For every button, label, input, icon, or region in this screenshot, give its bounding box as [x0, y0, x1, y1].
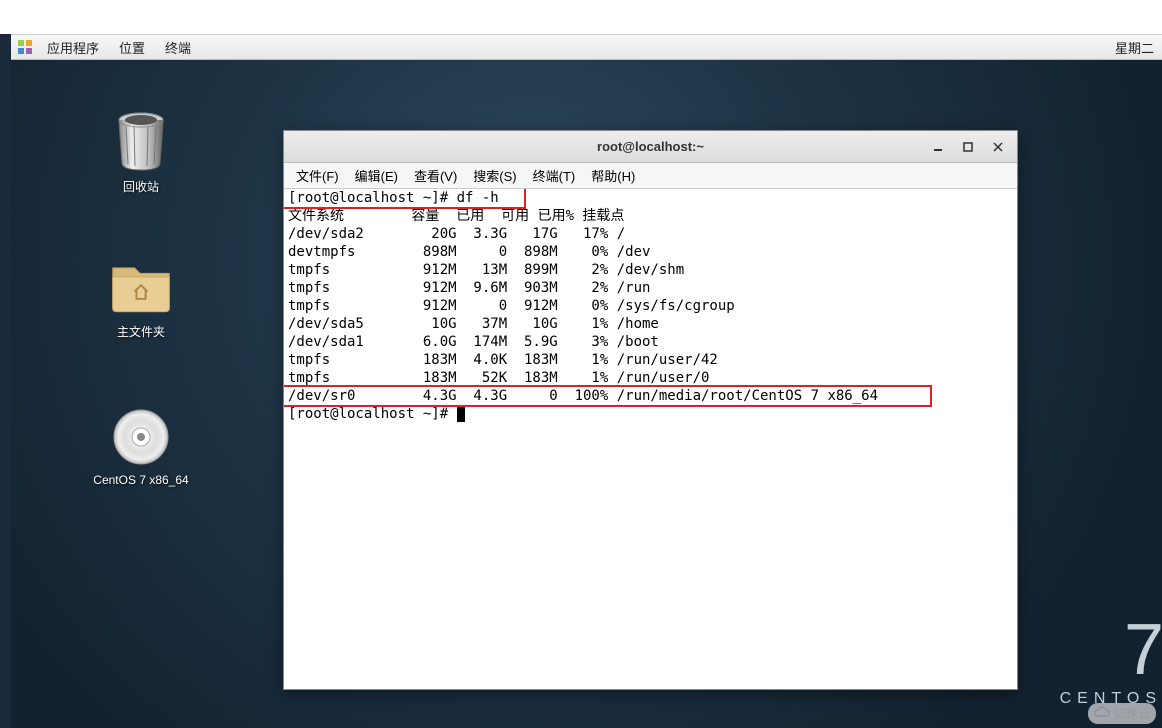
desktop-trash-label: 回收站 [81, 178, 201, 195]
panel-terminal[interactable]: 终端 [155, 35, 201, 59]
terminal-window: root@localhost:~ 文件(F) 编辑(E) 查看(V) 搜索(S)… [283, 130, 1018, 690]
menu-terminal[interactable]: 终端(T) [525, 166, 584, 185]
terminal-line: [root@localhost ~]# [288, 406, 457, 422]
panel-applications[interactable]: 应用程序 [37, 35, 109, 59]
menu-search[interactable]: 搜索(S) [465, 166, 524, 185]
white-header-strip [0, 0, 1162, 34]
menu-help[interactable]: 帮助(H) [583, 166, 643, 185]
desktop-trash-icon[interactable]: 回收站 [81, 110, 201, 195]
desktop[interactable]: 回收站 主文件夹 CentOS 7 x86_6 [11, 60, 1162, 728]
terminal-menubar: 文件(F) 编辑(E) 查看(V) 搜索(S) 终端(T) 帮助(H) [284, 163, 1017, 189]
menu-edit[interactable]: 编辑(E) [347, 166, 406, 185]
terminal-line: /dev/sda5 10G 37M 10G 1% /home [288, 315, 1013, 333]
menu-view[interactable]: 查看(V) [406, 166, 465, 185]
panel-logo-icon [17, 39, 33, 55]
watermark: 亿速云 [1088, 703, 1156, 724]
terminal-line: tmpfs 183M 52K 183M 1% /run/user/0 [288, 369, 1013, 387]
window-controls [923, 131, 1013, 162]
menu-file[interactable]: 文件(F) [288, 166, 347, 185]
desktop-home-icon[interactable]: 主文件夹 [81, 255, 201, 340]
centos-brand: 7 CENTOS [1060, 614, 1162, 708]
close-button[interactable] [983, 134, 1013, 160]
brand-number: 7 [1060, 614, 1162, 686]
watermark-text: 亿速云 [1114, 705, 1150, 722]
desktop-cd-label: CentOS 7 x86_64 [81, 473, 201, 487]
trash-icon [109, 110, 173, 174]
window-titlebar[interactable]: root@localhost:~ [284, 131, 1017, 163]
terminal-line: [root@localhost ~]# df -h [288, 189, 1013, 207]
terminal-body[interactable]: [root@localhost ~]# df -h文件系统 容量 已用 可用 已… [284, 189, 1017, 689]
terminal-line: /dev/sda1 6.0G 174M 5.9G 3% /boot [288, 333, 1013, 351]
top-panel: 应用程序 位置 终端 星期二 [11, 34, 1162, 60]
disc-icon [109, 405, 173, 469]
maximize-button[interactable] [953, 134, 983, 160]
terminal-line: devtmpfs 898M 0 898M 0% /dev [288, 243, 1013, 261]
panel-places[interactable]: 位置 [109, 35, 155, 59]
terminal-line: /dev/sda2 20G 3.3G 17G 17% / [288, 225, 1013, 243]
terminal-line: tmpfs 912M 0 912M 0% /sys/fs/cgroup [288, 297, 1013, 315]
cloud-icon [1094, 706, 1110, 721]
terminal-line: tmpfs 183M 4.0K 183M 1% /run/user/42 [288, 351, 1013, 369]
folder-icon [109, 255, 173, 319]
terminal-line: 文件系统 容量 已用 可用 已用% 挂载点 [288, 207, 1013, 225]
terminal-line: tmpfs 912M 13M 899M 2% /dev/shm [288, 261, 1013, 279]
desktop-cd-icon[interactable]: CentOS 7 x86_64 [81, 405, 201, 487]
panel-clock: 星期二 [1115, 38, 1162, 57]
window-title: root@localhost:~ [597, 139, 704, 154]
terminal-cursor [457, 406, 465, 422]
terminal-line: tmpfs 912M 9.6M 903M 2% /run [288, 279, 1013, 297]
terminal-line: /dev/sr0 4.3G 4.3G 0 100% /run/media/roo… [288, 387, 1013, 405]
desktop-home-label: 主文件夹 [81, 323, 201, 340]
minimize-button[interactable] [923, 134, 953, 160]
